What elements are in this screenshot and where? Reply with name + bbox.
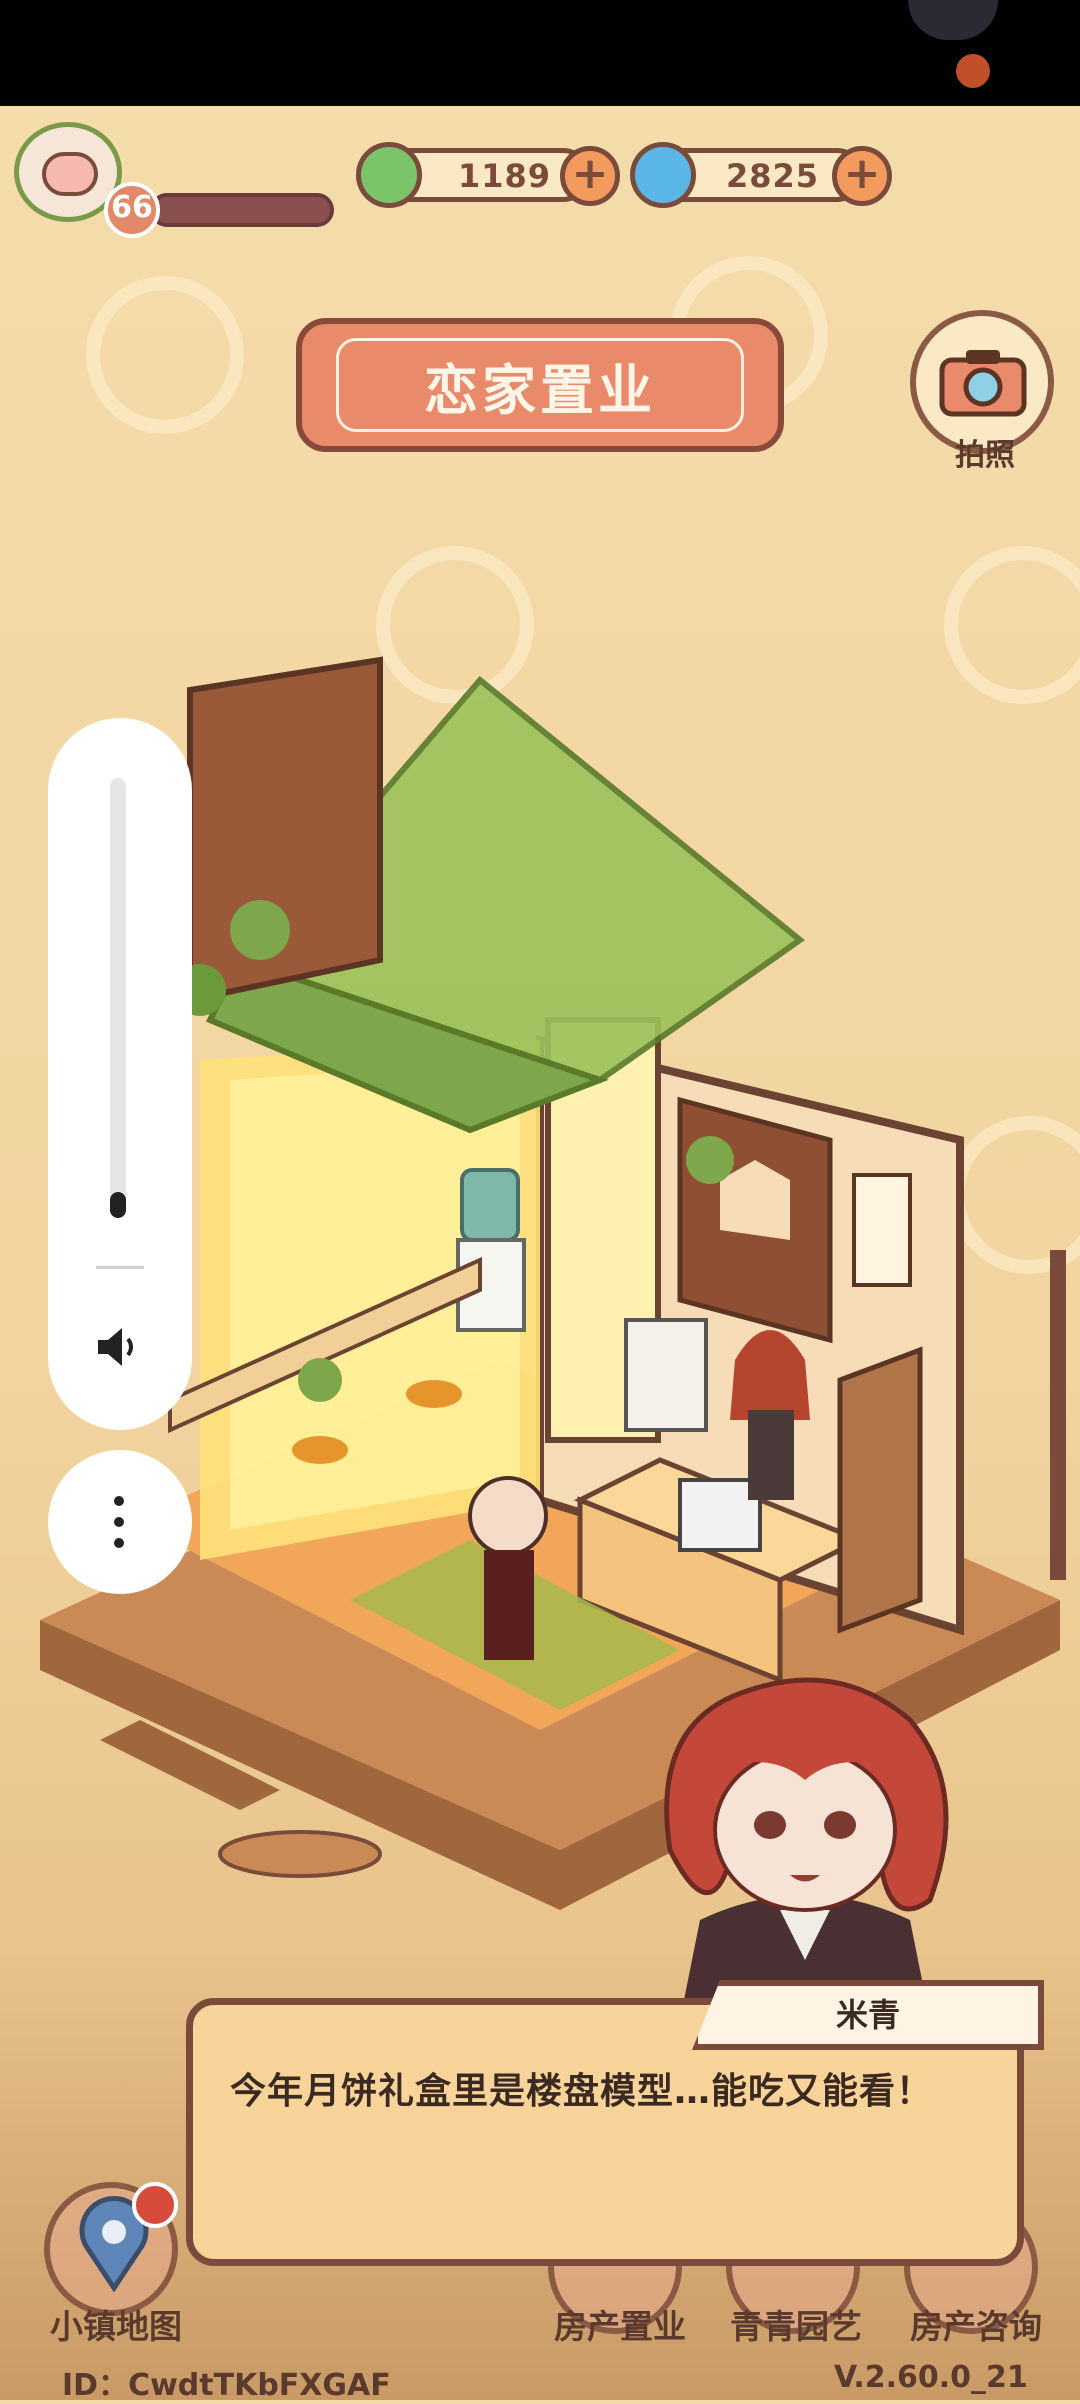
add-swirl-button[interactable]: + (832, 146, 892, 206)
swirl-gem-icon (630, 142, 696, 208)
experience-bar (150, 193, 334, 227)
npc-portrait (664, 1677, 949, 2020)
location-title: 恋家置业 (424, 359, 656, 422)
dialog-text: 今年月饼礼盒里是楼盘模型…能吃又能看！ (230, 2071, 934, 2112)
floating-bubble-icon[interactable] (908, 0, 998, 40)
consult-label[interactable]: 房产咨询 (896, 2300, 1056, 2348)
sheep-face-icon (42, 152, 98, 196)
realty-label[interactable]: 房产置业 (540, 2300, 700, 2348)
leaf-coin-icon (356, 142, 422, 208)
location-title-plaque: 恋家置业 (296, 318, 784, 452)
leaf-currency-value: 1189 (458, 157, 552, 195)
notification-dot (132, 2182, 178, 2228)
floating-dot-icon (956, 54, 990, 88)
speaker-icon[interactable] (94, 1322, 144, 1372)
volume-divider (96, 1266, 144, 1269)
volume-slider-fill (110, 1192, 126, 1218)
town-map-label[interactable]: 小镇地图 (36, 2300, 196, 2348)
player-id: ID：CwdtTKbFXGAF (62, 2368, 391, 2403)
sun-decoration-icon (86, 276, 244, 434)
add-leaf-button[interactable]: + (560, 146, 620, 206)
camera-label: 拍照 (955, 438, 1015, 473)
camera-icon (939, 350, 1027, 417)
status-bar (0, 0, 1080, 106)
level-text: 66 (111, 190, 153, 225)
speaker-name: 米青 (835, 1996, 900, 2034)
garden-label[interactable]: 青青园艺 (716, 2300, 876, 2348)
more-options-button[interactable] (48, 1450, 192, 1594)
more-vertical-icon (114, 1496, 124, 1548)
version-label: V.2.60.0_21 (834, 2360, 1028, 2395)
swirl-currency-value: 2825 (726, 157, 820, 195)
volume-slider[interactable] (110, 778, 126, 1218)
